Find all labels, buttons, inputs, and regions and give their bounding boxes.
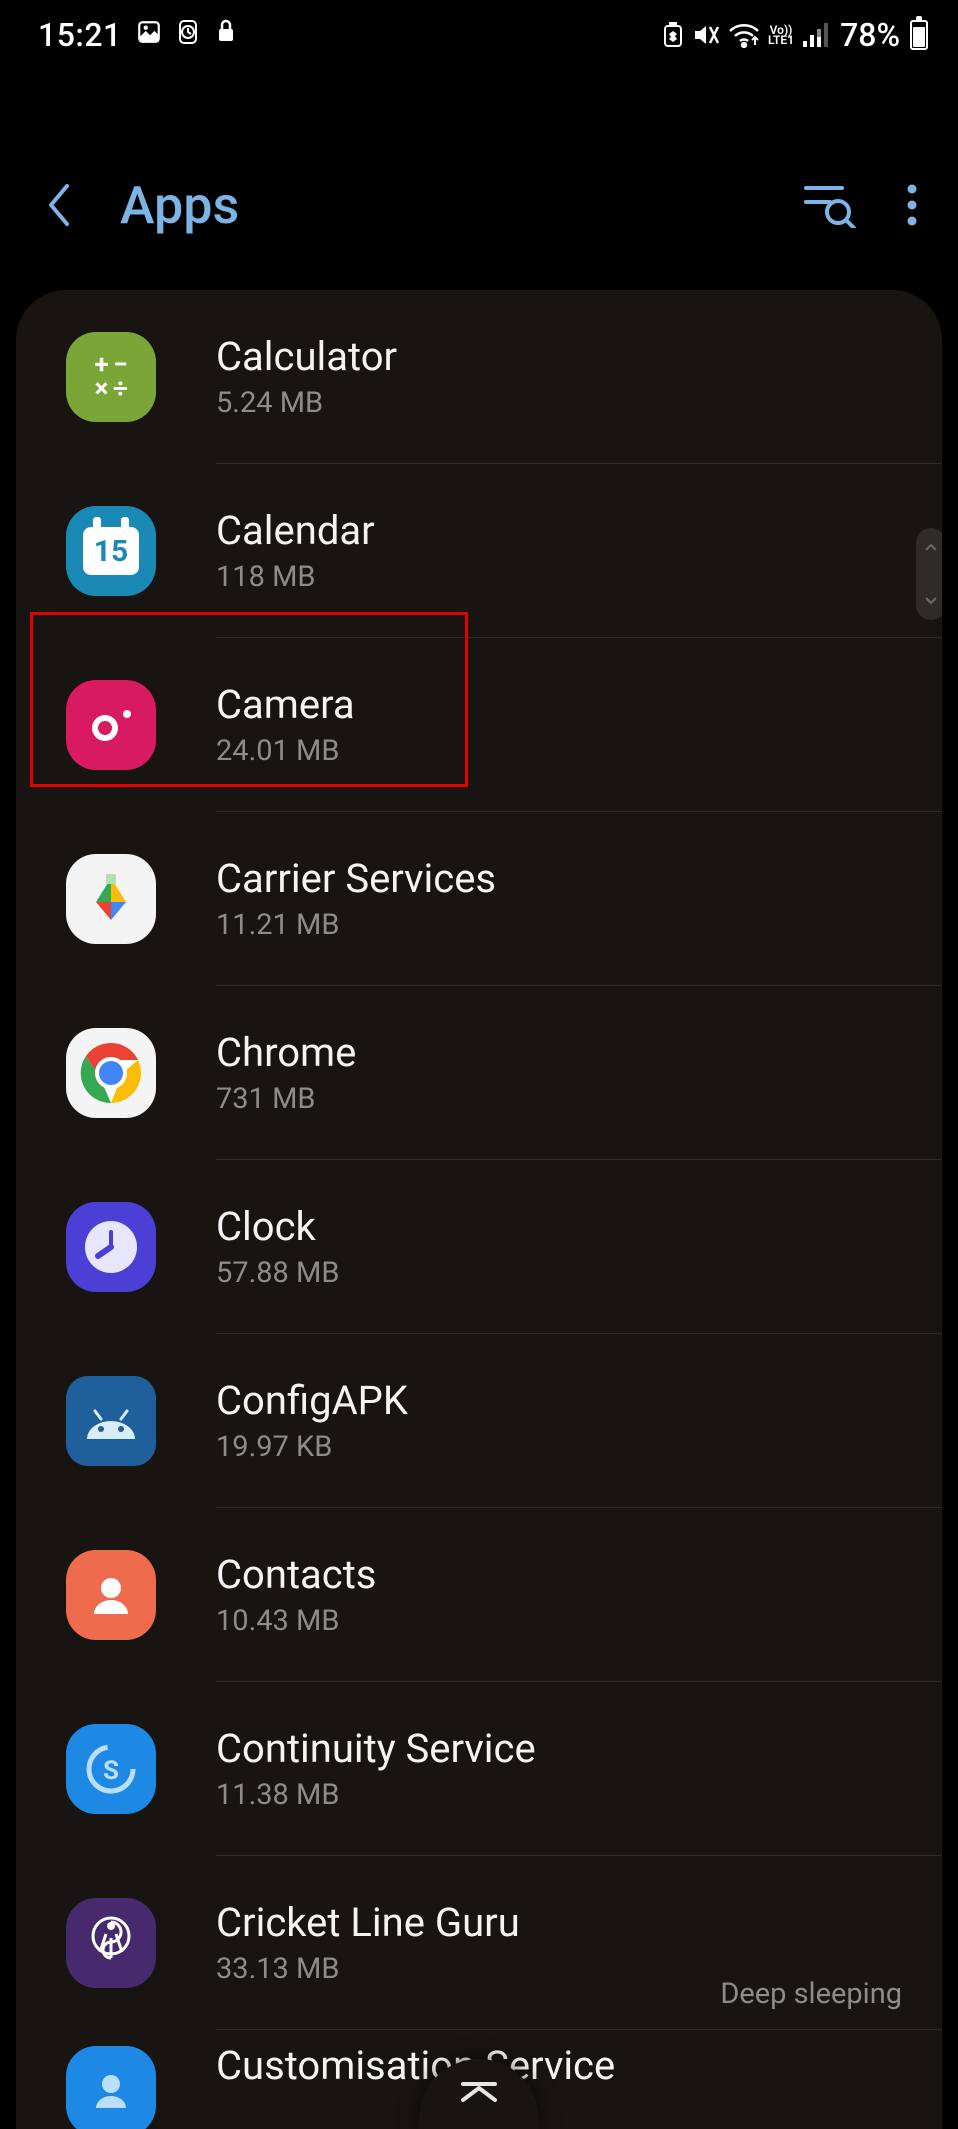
back-button[interactable] [40, 175, 80, 235]
customisation-icon [66, 2046, 156, 2129]
svg-text:S: S [103, 1756, 119, 1786]
status-bar: 15:21 Vo)) LTE1 78% [0, 0, 958, 70]
app-size: 57.88 MB [216, 1256, 902, 1290]
page-title: Apps [120, 175, 802, 236]
app-list[interactable]: +−×÷ Calculator 5.24 MB 15 Calendar 118 … [16, 290, 942, 2129]
app-size: 24.01 MB [216, 734, 902, 768]
app-name: Customisation Service [216, 2042, 902, 2089]
app-row-carrier-services[interactable]: Carrier Services 11.21 MB [16, 812, 942, 986]
app-size: 118 MB [216, 560, 902, 594]
app-size: 5.24 MB [216, 386, 902, 420]
cricket-icon [66, 1898, 156, 1988]
app-size: 11.21 MB [216, 908, 902, 942]
app-name: Continuity Service [216, 1725, 902, 1772]
chrome-icon [66, 1028, 156, 1118]
app-row-continuity-service[interactable]: S Continuity Service 11.38 MB [16, 1682, 942, 1856]
app-size: 11.38 MB [216, 1778, 902, 1812]
app-name: Chrome [216, 1029, 902, 1076]
app-row-cricket-line-guru[interactable]: Cricket Line Guru 33.13 MB Deep sleeping [16, 1856, 942, 2030]
gallery-icon [136, 18, 162, 53]
app-name: Cricket Line Guru [216, 1899, 902, 1946]
app-name: Contacts [216, 1551, 902, 1598]
app-row-contacts[interactable]: Contacts 10.43 MB [16, 1508, 942, 1682]
app-row-calculator[interactable]: +−×÷ Calculator 5.24 MB [16, 290, 942, 464]
app-row-calendar[interactable]: 15 Calendar 118 MB [16, 464, 942, 638]
app-name: Calendar [216, 507, 902, 554]
app-name: Clock [216, 1203, 902, 1250]
app-row-camera[interactable]: Camera 24.01 MB [16, 638, 942, 812]
network-indicator: Vo)) LTE1 [768, 25, 794, 45]
sync-icon: S [66, 1724, 156, 1814]
calendar-day-number: 15 [83, 527, 139, 575]
play-services-icon [66, 854, 156, 944]
app-name: ConfigAPK [216, 1377, 902, 1424]
app-size: 731 MB [216, 1082, 902, 1116]
app-row-chrome[interactable]: Chrome 731 MB [16, 986, 942, 1160]
signal-icon [802, 23, 828, 47]
battery-saver-icon [662, 22, 684, 48]
camera-icon [66, 680, 156, 770]
lock-icon [214, 17, 238, 53]
search-filter-button[interactable] [802, 182, 856, 228]
calendar-icon: 15 [66, 506, 156, 596]
more-options-button[interactable] [906, 183, 918, 227]
mute-icon [692, 22, 720, 48]
status-left: 15:21 [38, 16, 238, 54]
status-right: Vo)) LTE1 78% [662, 16, 928, 54]
scrollbar-thumb[interactable] [916, 528, 942, 620]
app-status: Deep sleeping [720, 1977, 902, 2011]
app-name: Calculator [216, 333, 902, 380]
app-name: Carrier Services [216, 855, 902, 902]
lte-label: LTE1 [768, 35, 794, 45]
battery-percent: 78% [840, 16, 900, 54]
contacts-icon [66, 1550, 156, 1640]
status-time: 15:21 [38, 16, 122, 54]
timer-icon [176, 17, 200, 53]
clock-icon [66, 1202, 156, 1292]
app-name: Camera [216, 681, 902, 728]
android-icon [66, 1376, 156, 1466]
app-row-clock[interactable]: Clock 57.88 MB [16, 1160, 942, 1334]
app-size: 19.97 KB [216, 1430, 902, 1464]
calculator-icon: +−×÷ [66, 332, 156, 422]
app-size: 10.43 MB [216, 1604, 902, 1638]
battery-icon [910, 20, 928, 50]
wifi-icon [728, 22, 760, 48]
app-row-configapk[interactable]: ConfigAPK 19.97 KB [16, 1334, 942, 1508]
header: Apps [0, 140, 958, 270]
